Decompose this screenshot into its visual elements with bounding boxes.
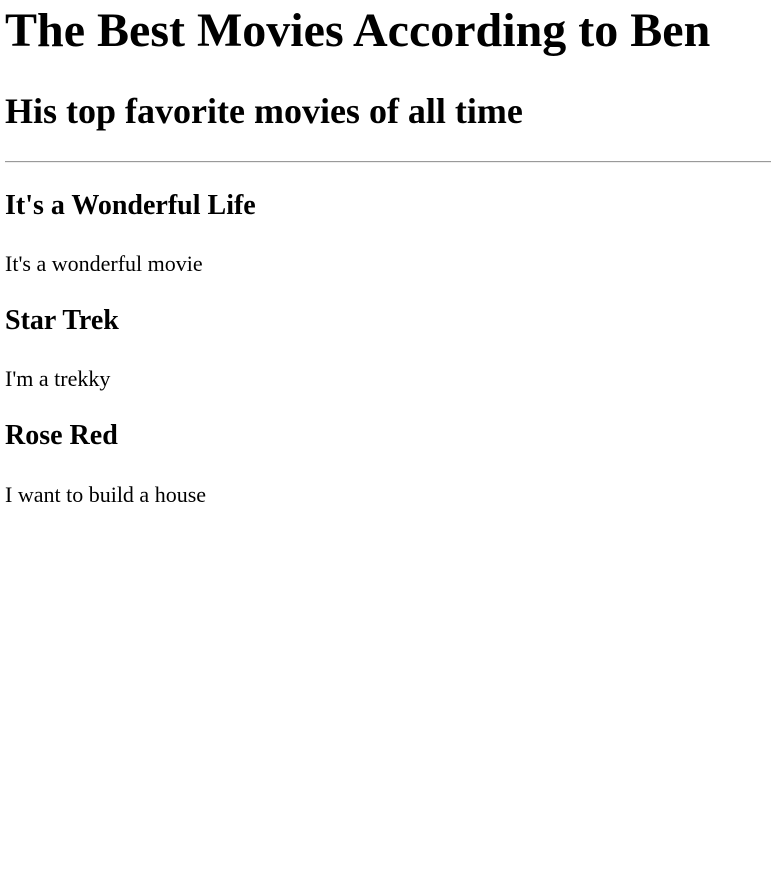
page: The Best Movies According to Ben His top… (0, 0, 771, 883)
page-title: The Best Movies According to Ben (5, 4, 711, 57)
movie-title: Star Trek (5, 305, 119, 336)
page-subtitle: His top favorite movies of all time (5, 91, 523, 131)
divider (5, 161, 771, 163)
movie-description: I'm a trekky (5, 366, 111, 391)
movie-description: I want to build a house (5, 482, 207, 507)
movie-title: It's a Wonderful Life (5, 190, 256, 221)
movie-description: It's a wonderful movie (5, 251, 203, 276)
movie-title: Rose Red (5, 420, 118, 451)
